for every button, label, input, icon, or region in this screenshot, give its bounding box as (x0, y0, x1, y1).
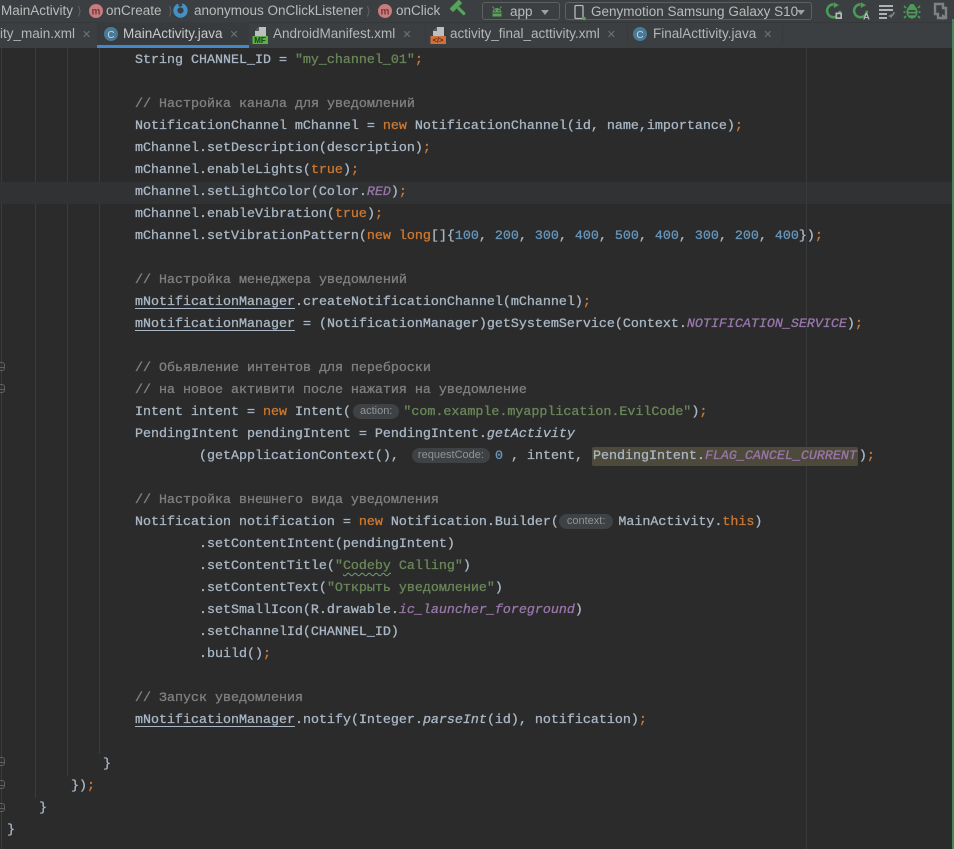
svg-text:</>: </> (433, 36, 444, 45)
svg-text:C: C (636, 30, 643, 41)
svg-text:C: C (107, 30, 114, 41)
svg-text:m: m (381, 7, 390, 18)
svg-text:MF: MF (254, 36, 266, 45)
svg-text:m: m (92, 7, 101, 18)
svg-text:A: A (863, 12, 870, 21)
